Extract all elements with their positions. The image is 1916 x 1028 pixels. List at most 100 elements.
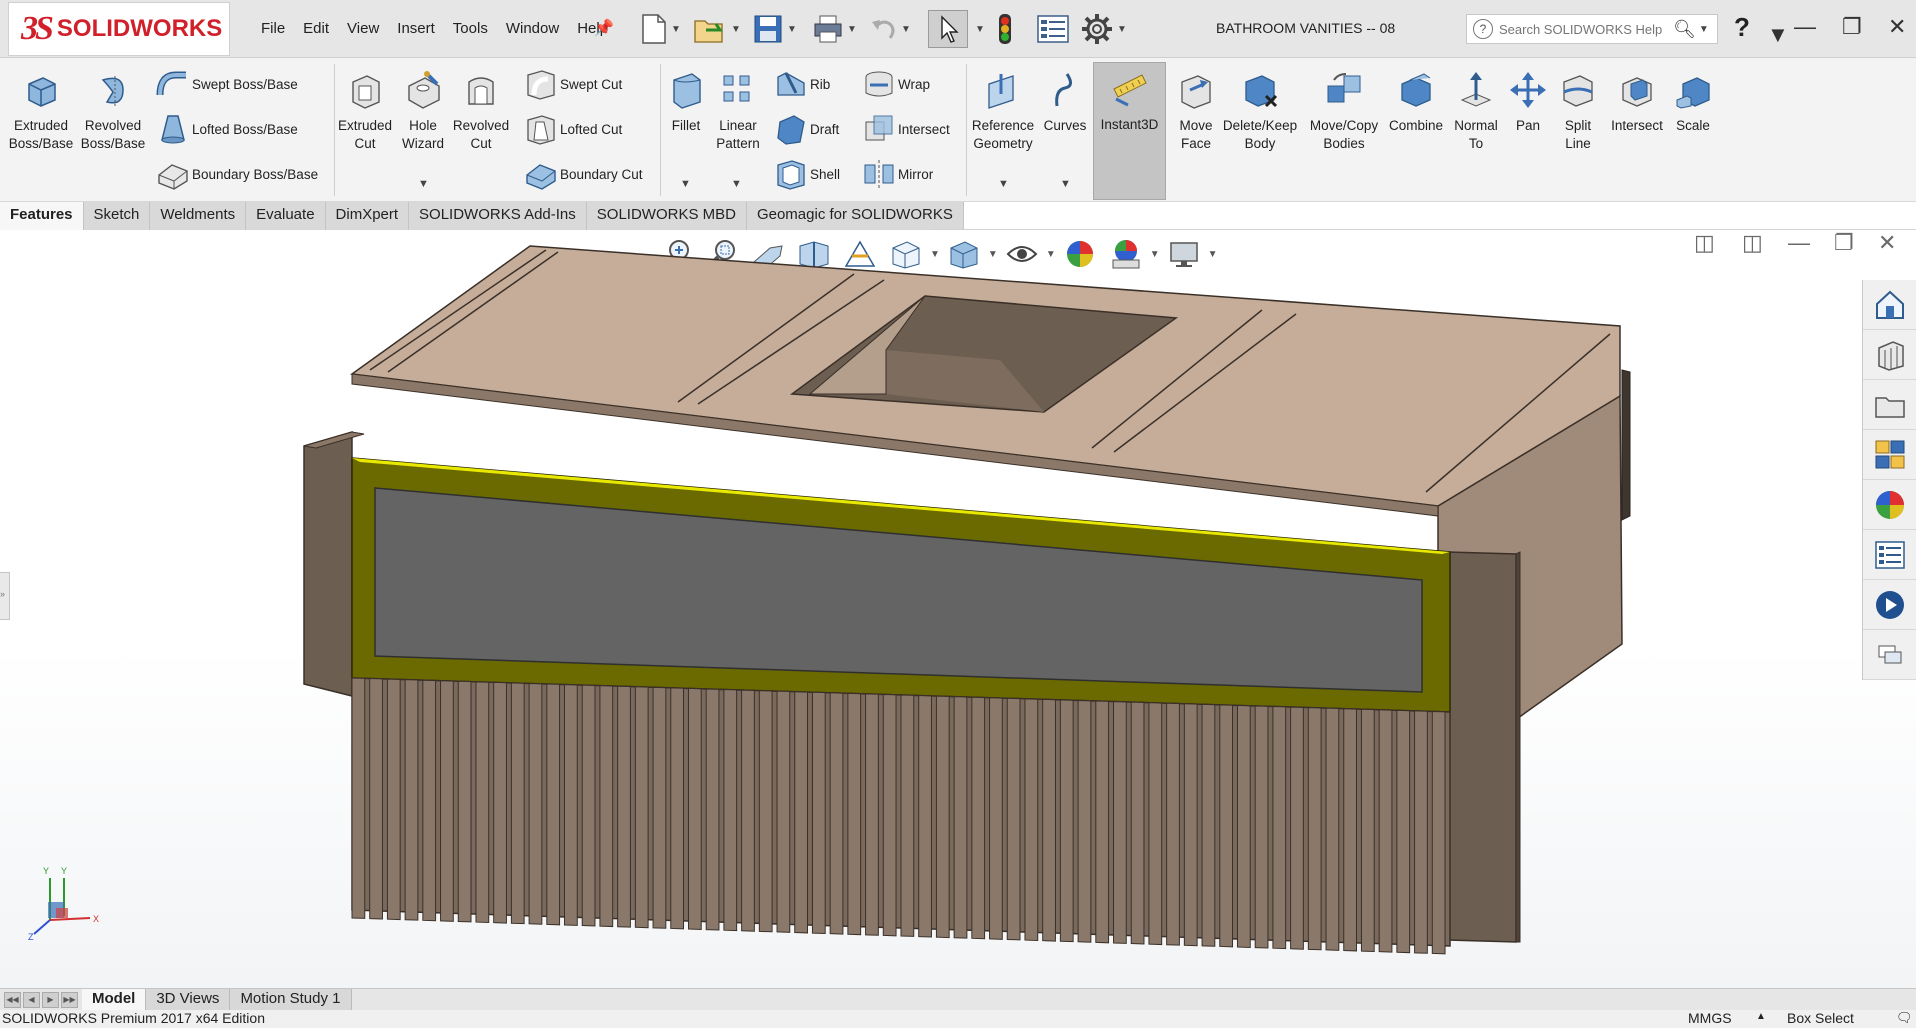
status-chat-icon[interactable]: 🗨 [1896, 1010, 1913, 1026]
units-dropdown-icon[interactable]: ▲ [1756, 1011, 1766, 1022]
boundary-cut-button[interactable]: Boundary Cut [524, 156, 643, 192]
design-library-tab[interactable] [1863, 330, 1916, 380]
boundary-cut-icon [526, 164, 556, 190]
solidworks-logo[interactable]: 3S SOLIDWORKS [8, 2, 230, 56]
curves-dropdown-icon[interactable]: ▼ [1060, 178, 1071, 190]
extruded-boss-base-button[interactable]: Extruded Boss/Base [8, 70, 74, 153]
mirror-button[interactable]: Mirror [862, 156, 933, 192]
tab-model[interactable]: Model [82, 989, 147, 1010]
hole-features-dropdown-icon[interactable]: ▼ [418, 178, 429, 190]
front-slat [1024, 698, 1039, 941]
search-dropdown-icon[interactable]: ▼ [1699, 24, 1709, 35]
feature-manager-collapse-handle[interactable]: » [0, 572, 10, 620]
hole-wizard-label-1: Hole [409, 118, 437, 133]
combine-button[interactable]: Combine [1386, 70, 1446, 135]
solidworks-resources-tab[interactable] [1863, 280, 1916, 330]
file-explorer-tab[interactable] [1863, 380, 1916, 430]
revolved-boss-base-button[interactable]: Revolved Boss/Base [80, 70, 146, 153]
split-line-button[interactable]: Split Line [1554, 70, 1602, 153]
unit-system[interactable]: MMGS [1688, 1010, 1732, 1026]
viewport-close-icon[interactable]: ✕ [1878, 230, 1896, 256]
open-document-button[interactable]: ▼ [692, 10, 741, 48]
tab-evaluate[interactable]: Evaluate [246, 202, 326, 230]
menu-view[interactable]: View [338, 18, 388, 39]
lofted-boss-base-button[interactable]: Lofted Boss/Base [156, 111, 298, 147]
fillet-button[interactable]: Fillet [664, 70, 708, 135]
tab-solidworks-mbd[interactable]: SOLIDWORKS MBD [586, 202, 747, 230]
curves-button[interactable]: Curves [1040, 70, 1090, 135]
rebuild-button[interactable] [994, 10, 1016, 48]
undo-button[interactable]: ▼ [868, 10, 911, 48]
help-dropdown-icon[interactable]: ▼ [1767, 22, 1789, 48]
menu-file[interactable]: File [252, 18, 294, 39]
scale-button[interactable]: Scale [1670, 70, 1716, 135]
shell-label: Shell [810, 166, 841, 182]
vanity-3d-model[interactable] [0, 230, 1860, 988]
normal-to-button[interactable]: Normal To [1448, 70, 1504, 153]
help-button[interactable]: ? [1734, 12, 1750, 43]
revolved-cut-label-1: Revolved [452, 118, 510, 133]
boundary-boss-base-button[interactable]: Boundary Boss/Base [156, 156, 318, 192]
pin-menu-icon[interactable]: 📌 [594, 18, 614, 38]
close-window-icon[interactable]: ✕ [1888, 14, 1906, 40]
chat-tab[interactable] [1863, 630, 1916, 680]
draft-button[interactable]: Draft [774, 111, 839, 147]
swept-cut-button[interactable]: Swept Cut [524, 66, 622, 102]
select-button[interactable] [928, 10, 968, 48]
minimize-window-icon[interactable]: — [1794, 14, 1816, 40]
menu-tools[interactable]: Tools [444, 18, 497, 39]
select-dropdown-icon[interactable]: ▼ [975, 10, 985, 48]
shell-button[interactable]: Shell [774, 156, 840, 192]
menu-insert[interactable]: Insert [388, 18, 444, 39]
extruded-cut-button[interactable]: Extruded Cut [336, 70, 394, 153]
pan-button[interactable]: Pan [1506, 70, 1550, 135]
last-tab-arrow-icon[interactable]: ▶▶ [61, 992, 78, 1008]
print-button[interactable]: ▼ [812, 10, 857, 48]
solidworks-forum-tab[interactable] [1863, 580, 1916, 630]
prev-tab-arrow-icon[interactable]: ◀ [23, 992, 40, 1008]
custom-properties-tab[interactable] [1863, 530, 1916, 580]
tab-geomagic[interactable]: Geomagic for SOLIDWORKS [746, 202, 964, 230]
reference-geometry-dropdown-icon[interactable]: ▼ [998, 178, 1009, 190]
restore-window-icon[interactable]: ❐ [1842, 14, 1862, 40]
move-face-button[interactable]: Move Face [1170, 70, 1222, 153]
tab-3d-views[interactable]: 3D Views [146, 989, 231, 1010]
hole-wizard-button[interactable]: Hole Wizard [398, 70, 448, 153]
appearances-scenes-tab[interactable] [1863, 480, 1916, 530]
tab-sketch[interactable]: Sketch [83, 202, 151, 230]
intersect-small-button[interactable]: Intersect [862, 111, 950, 147]
instant3d-button[interactable]: Instant3D [1093, 62, 1166, 200]
swept-boss-base-button[interactable]: Swept Boss/Base [156, 66, 298, 102]
reference-geometry-button[interactable]: Reference Geometry [968, 70, 1038, 153]
revolved-cut-button[interactable]: Revolved Cut [450, 70, 512, 153]
tab-weldments[interactable]: Weldments [150, 202, 247, 230]
pattern-dropdown-icon[interactable]: ▼ [731, 178, 742, 190]
menu-edit[interactable]: Edit [294, 18, 338, 39]
tab-solidworks-add-ins[interactable]: SOLIDWORKS Add-Ins [409, 202, 587, 230]
delete-keep-body-button[interactable]: Delete/Keep Body [1222, 70, 1298, 153]
save-button[interactable]: ▼ [752, 10, 797, 48]
first-tab-arrow-icon[interactable]: ◀◀ [4, 992, 21, 1008]
graphics-area[interactable]: ▼ ▼ ▼ ▼ ▼ ◫ ◫ — ❐ ✕ » Y Y X Z [0, 230, 1916, 988]
tab-motion-study-1[interactable]: Motion Study 1 [230, 989, 352, 1010]
next-tab-arrow-icon[interactable]: ▶ [42, 992, 59, 1008]
front-slat [510, 682, 525, 925]
options-button[interactable]: ▼ [1080, 10, 1127, 48]
search-input[interactable] [1499, 21, 1671, 37]
search-icon[interactable]: 🔍︎ [1673, 19, 1696, 40]
lofted-cut-button[interactable]: Lofted Cut [524, 111, 622, 147]
front-slat [617, 685, 631, 928]
new-document-button[interactable]: ▼ [638, 10, 681, 48]
view-palette-tab[interactable] [1863, 430, 1916, 480]
wrap-button[interactable]: Wrap [862, 66, 930, 102]
tab-dimxpert[interactable]: DimXpert [325, 202, 410, 230]
tab-features[interactable]: Features [0, 202, 84, 230]
intersect-button[interactable]: Intersect [1606, 70, 1668, 135]
menu-window[interactable]: Window [497, 18, 568, 39]
rib-button[interactable]: Rib [774, 66, 830, 102]
linear-pattern-button[interactable]: Linear Pattern [710, 70, 766, 153]
move-copy-bodies-button[interactable]: Move/Copy Bodies [1304, 70, 1384, 153]
front-slat [1254, 705, 1269, 949]
file-properties-button[interactable] [1036, 10, 1070, 48]
fillet-dropdown-icon[interactable]: ▼ [680, 178, 691, 190]
